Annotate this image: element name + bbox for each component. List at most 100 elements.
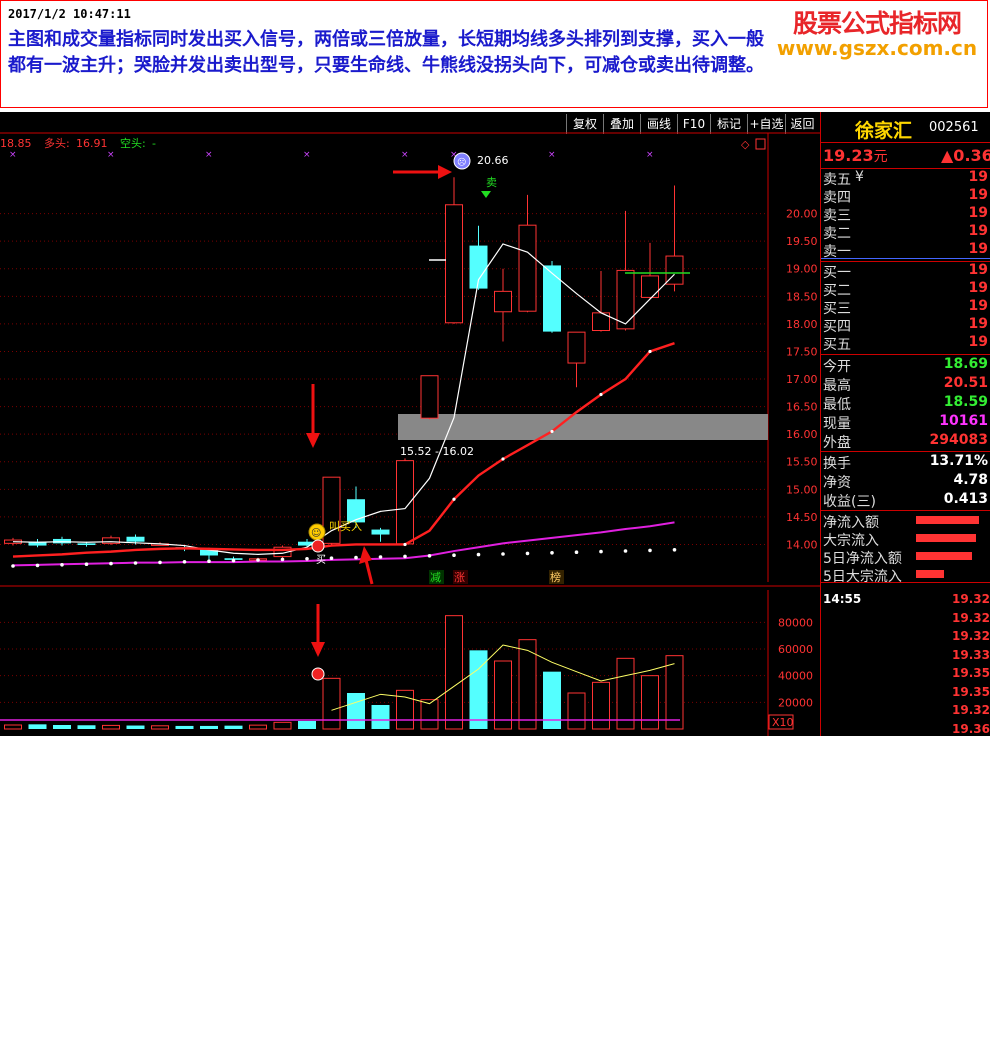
flow-row[interactable]: 5日大宗流入 bbox=[821, 566, 990, 585]
order-book-label: 买四 bbox=[823, 319, 851, 335]
fundamental-row[interactable]: 换手 13.71% bbox=[821, 453, 990, 472]
stat-row[interactable]: 外盘 294083 bbox=[821, 432, 990, 451]
volume-bar bbox=[53, 725, 71, 729]
bottom-dot bbox=[109, 561, 113, 566]
volume-bar bbox=[494, 660, 512, 730]
volume-bar bbox=[641, 675, 659, 730]
candle-body bbox=[494, 290, 512, 313]
volume-tick-label: 60000 bbox=[778, 643, 813, 656]
stat-row[interactable]: 现量 10161 bbox=[821, 413, 990, 432]
tick-price: 19.32 bbox=[952, 629, 990, 643]
tick-price: 19.32 bbox=[952, 610, 990, 625]
order-book-value: 19 bbox=[968, 334, 988, 350]
volume-bar bbox=[592, 681, 610, 730]
volume-bar bbox=[665, 655, 684, 730]
order-book-row[interactable]: 卖四 19 bbox=[821, 187, 990, 206]
order-book-row[interactable]: 买五 19 bbox=[821, 334, 990, 353]
order-book-row[interactable]: 卖三 19 bbox=[821, 205, 990, 224]
order-book-row[interactable]: 买四 19 bbox=[821, 316, 990, 335]
flow-label: 大宗流入 bbox=[823, 533, 879, 549]
order-book-label: 买三 bbox=[823, 301, 851, 317]
candle bbox=[665, 185, 684, 292]
order-book-row[interactable]: 买二 19 bbox=[821, 280, 990, 299]
flow-row[interactable]: 5日净流入额 bbox=[821, 548, 990, 567]
indicator-kong-label: 空头: bbox=[120, 136, 146, 150]
stat-row[interactable]: 最高 20.51 bbox=[821, 375, 990, 394]
fundamental-row[interactable]: 净资 4.78 bbox=[821, 472, 990, 491]
order-book-row[interactable]: 买一 19 bbox=[821, 262, 990, 281]
stock-code: 002561 bbox=[929, 120, 979, 135]
price-tick-label: 14.50 bbox=[786, 511, 818, 524]
candle bbox=[543, 261, 561, 333]
indicator-duo-value: 16.91 bbox=[76, 137, 108, 150]
candle-body bbox=[567, 331, 586, 364]
diamond-icon[interactable]: ◇ bbox=[741, 138, 750, 151]
arrow-to-volume bbox=[311, 604, 325, 657]
volume-multiplier: X10 bbox=[772, 716, 794, 729]
candle-body bbox=[445, 204, 463, 324]
bottom-dot bbox=[133, 561, 138, 565]
order-book-value: 19 bbox=[968, 316, 988, 332]
order-book-value: 19 bbox=[968, 169, 988, 185]
price-tick-label: 16.50 bbox=[786, 401, 818, 414]
volume-bar bbox=[200, 725, 218, 729]
stat-label: 现量 bbox=[823, 416, 851, 432]
crying-face-glyph: ☹ bbox=[457, 157, 466, 168]
ma-red-dot bbox=[452, 497, 456, 501]
volume-bar bbox=[322, 677, 341, 730]
order-book-label: 卖二 bbox=[823, 226, 851, 242]
order-book-row[interactable]: 卖二 19 bbox=[821, 223, 990, 242]
tick-price: 19.32 bbox=[952, 703, 990, 717]
candle-body bbox=[77, 543, 96, 546]
candle bbox=[592, 270, 610, 332]
fundamental-row[interactable]: 收益(三) 0.413 bbox=[821, 491, 990, 510]
order-book-label: 卖五 bbox=[823, 172, 851, 188]
bottom-dot bbox=[623, 549, 628, 553]
volume-bar bbox=[28, 724, 47, 729]
candle-body bbox=[396, 460, 414, 545]
volume-bar bbox=[445, 615, 463, 730]
bottom-dot bbox=[501, 552, 505, 556]
tag-bang-text: 榜 bbox=[550, 570, 561, 584]
bottom-dot bbox=[305, 557, 309, 561]
order-book-value: 19 bbox=[968, 223, 988, 239]
flow-label: 5日净流入额 bbox=[823, 551, 902, 567]
candle bbox=[518, 194, 537, 313]
price-tick-label: 16.00 bbox=[786, 428, 818, 441]
stat-row[interactable]: 今开 18.69 bbox=[821, 356, 990, 375]
bottom-dot bbox=[158, 560, 162, 565]
stat-row[interactable]: 最低 18.59 bbox=[821, 394, 990, 413]
volume-bar bbox=[102, 724, 120, 730]
chart-area[interactable]: 20.00 19.50 19.00 18.50 18.00 17.50 17.00 16.50… bbox=[0, 112, 820, 736]
fundamental-label: 换手 bbox=[823, 456, 851, 472]
panel-toggle-icon[interactable] bbox=[755, 138, 766, 150]
flow-row[interactable]: 大宗流入 bbox=[821, 530, 990, 549]
arrow-to-peak bbox=[393, 165, 452, 179]
ma-red-dot bbox=[403, 542, 407, 547]
bottom-dot bbox=[648, 548, 652, 553]
watermark: 股票公式指标网 www.gszx.com.cn bbox=[768, 2, 986, 64]
bottom-dot bbox=[403, 554, 407, 559]
arrow-to-breakout bbox=[306, 384, 320, 448]
order-book-label: 买一 bbox=[823, 265, 851, 281]
volume-bar bbox=[371, 705, 390, 729]
volume-bar bbox=[567, 692, 586, 730]
signal-mark: × bbox=[107, 150, 115, 160]
annotation-text: 主图和成交量指标同时发出买入信号，两倍或三倍放量，长短期均线多头排列到支撑，买入… bbox=[8, 29, 764, 76]
flow-row[interactable]: 净流入额 bbox=[821, 512, 990, 531]
order-book-row[interactable]: 卖五 19 ¥ bbox=[821, 169, 990, 188]
sell-arrow-icon bbox=[481, 191, 491, 198]
bottom-dot bbox=[11, 564, 15, 568]
watermark-url: www.gszx.com.cn bbox=[776, 36, 978, 60]
candle bbox=[371, 527, 390, 542]
bottom-dot bbox=[599, 549, 603, 554]
candle-body bbox=[543, 265, 561, 332]
order-book-value: 19 bbox=[968, 205, 988, 221]
tick-price: 19.35 bbox=[952, 684, 990, 699]
buy-in-label: 叫买入 bbox=[329, 520, 362, 533]
volume-bar bbox=[77, 725, 96, 729]
price-tick-label: 17.00 bbox=[786, 373, 818, 386]
order-book-row[interactable]: 买三 19 bbox=[821, 298, 990, 317]
flow-bar bbox=[916, 552, 972, 560]
signal-mark: × bbox=[303, 150, 311, 160]
